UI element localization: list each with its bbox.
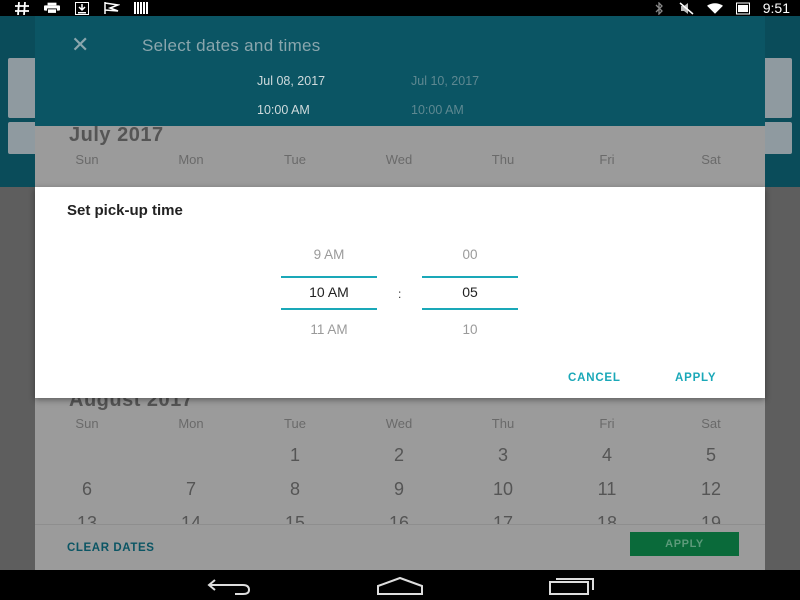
status-time: 9:51 bbox=[762, 0, 790, 16]
weekday-label: Fri bbox=[599, 416, 615, 431]
battery-icon bbox=[735, 2, 751, 14]
weekday-header: Sun Mon Tue Wed Thu Fri Sat bbox=[35, 416, 765, 432]
back-icon[interactable] bbox=[205, 574, 253, 596]
weekday-label: Sun bbox=[75, 416, 99, 431]
pickup-date[interactable]: Jul 08, 2017 bbox=[257, 74, 325, 88]
calendar-day[interactable]: 3 bbox=[473, 445, 533, 466]
calendar-day[interactable]: 5 bbox=[681, 445, 741, 466]
mute-icon bbox=[679, 1, 695, 15]
weekday-label: Wed bbox=[385, 416, 413, 431]
weekday-label: Wed bbox=[385, 152, 413, 167]
minute-selected[interactable]: 05 bbox=[422, 284, 518, 300]
hour-next[interactable]: 11 AM bbox=[281, 322, 377, 342]
cancel-button[interactable]: CANCEL bbox=[568, 372, 621, 384]
calendar-day[interactable]: 1 bbox=[265, 445, 325, 466]
weekday-label: Sun bbox=[75, 152, 99, 167]
status-bar: 9:51 bbox=[0, 0, 800, 16]
home-icon[interactable] bbox=[376, 574, 424, 596]
apply-button[interactable]: APPLY bbox=[675, 372, 716, 384]
hour-selected-wrap[interactable]: 10 AM bbox=[281, 284, 377, 300]
barcode-icon bbox=[134, 2, 150, 14]
sheet-footer: CLEAR DATES APPLY bbox=[35, 524, 765, 570]
sheet-title: Select dates and times bbox=[142, 36, 321, 55]
hour-next-wrap[interactable]: 11 AM bbox=[281, 322, 377, 342]
recents-icon[interactable] bbox=[548, 574, 596, 596]
minute-prev[interactable]: 00 bbox=[422, 247, 518, 267]
weekday-label: Fri bbox=[599, 152, 615, 167]
return-date[interactable]: Jul 10, 2017 bbox=[411, 74, 479, 88]
status-icons-right: 9:51 bbox=[651, 0, 790, 16]
calendar-day[interactable]: 2 bbox=[369, 445, 429, 466]
weekday-label: Thu bbox=[491, 152, 515, 167]
download-icon bbox=[74, 1, 90, 15]
weekday-label: Thu bbox=[491, 416, 515, 431]
weekday-header: Sun Mon Tue Wed Thu Fri Sat bbox=[35, 152, 765, 168]
navigation-bar bbox=[0, 570, 800, 600]
minute-picker[interactable]: 00 bbox=[422, 247, 518, 267]
weekday-label: Sat bbox=[701, 416, 721, 431]
bluetooth-icon bbox=[651, 1, 667, 15]
hour-picker[interactable]: 9 AM bbox=[281, 247, 377, 267]
weekday-label: Sat bbox=[701, 152, 721, 167]
calendar-day[interactable]: 10 bbox=[473, 479, 533, 500]
date-picker-header: ✕ Select dates and times Jul 08, 2017 Ju… bbox=[35, 16, 765, 126]
hour-selected[interactable]: 10 AM bbox=[281, 284, 377, 300]
weekday-label: Tue bbox=[284, 416, 306, 431]
time-picker-dialog: Set pick-up time 9 AM 10 AM 11 AM : 00 0… bbox=[35, 187, 765, 398]
printer-icon bbox=[44, 2, 60, 14]
calendar-day[interactable]: 6 bbox=[57, 479, 117, 500]
calendar-day[interactable]: 4 bbox=[577, 445, 637, 466]
calendar-day[interactable]: 12 bbox=[681, 479, 741, 500]
calendar-day[interactable]: 8 bbox=[265, 479, 325, 500]
status-icons-left bbox=[14, 0, 150, 16]
hour-divider-top bbox=[281, 276, 377, 278]
calendar-day[interactable]: 11 bbox=[577, 479, 637, 500]
weekday-label: Tue bbox=[284, 152, 306, 167]
weekday-label: Mon bbox=[178, 416, 204, 431]
wifi-icon bbox=[706, 2, 723, 14]
apply-dates-button[interactable]: APPLY bbox=[630, 532, 739, 556]
dialog-title: Set pick-up time bbox=[67, 202, 183, 219]
flag-icon bbox=[104, 2, 120, 14]
hash-icon bbox=[14, 1, 30, 15]
minute-next-wrap[interactable]: 10 bbox=[422, 322, 518, 342]
calendar-day[interactable]: 7 bbox=[161, 479, 221, 500]
hour-prev[interactable]: 9 AM bbox=[281, 247, 377, 267]
time-separator: : bbox=[398, 287, 402, 301]
minute-next[interactable]: 10 bbox=[422, 322, 518, 342]
minute-divider-top bbox=[422, 276, 518, 278]
pickup-time[interactable]: 10:00 AM bbox=[257, 103, 310, 117]
minute-selected-wrap[interactable]: 05 bbox=[422, 284, 518, 300]
hour-divider-bottom bbox=[281, 308, 377, 310]
clear-dates-button[interactable]: CLEAR DATES bbox=[67, 542, 155, 554]
month-title-july: July 2017 bbox=[69, 124, 164, 146]
close-icon[interactable]: ✕ bbox=[71, 34, 93, 56]
minute-divider-bottom bbox=[422, 308, 518, 310]
calendar-day[interactable]: 9 bbox=[369, 479, 429, 500]
weekday-label: Mon bbox=[178, 152, 204, 167]
return-time[interactable]: 10:00 AM bbox=[411, 103, 464, 117]
